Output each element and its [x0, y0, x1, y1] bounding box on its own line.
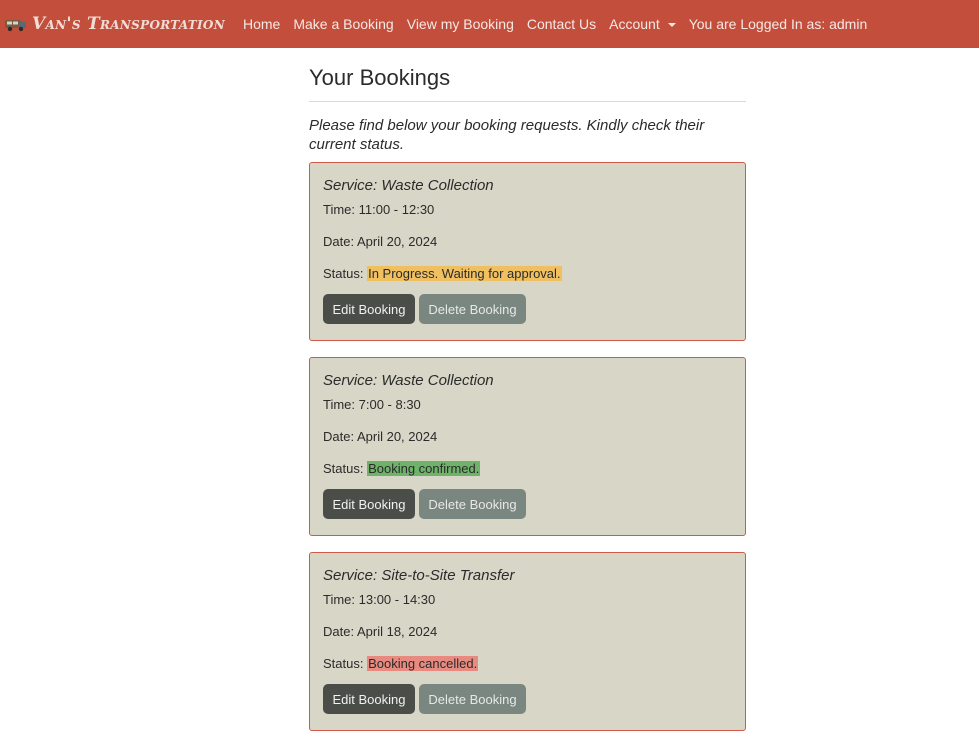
status-badge: Booking confirmed.: [367, 461, 481, 476]
edit-booking-button[interactable]: Edit Booking: [323, 294, 415, 324]
booking-time: Time: 13:00 - 14:30: [323, 592, 436, 607]
booking-date: Date: April 20, 2024: [323, 429, 438, 444]
booking-actions: Edit Booking Delete Booking: [323, 294, 732, 324]
booking-status: Status: Booking confirmed.: [323, 460, 732, 478]
booking-date: Date: April 18, 2024: [323, 624, 438, 639]
intro-text: Please find below your booking requests.…: [309, 117, 705, 153]
caret-down-icon: [667, 23, 676, 28]
booking-time: Time: 7:00 - 8:30: [323, 397, 421, 412]
nav-make-booking-link[interactable]: Make a Booking: [293, 16, 393, 32]
account-dropdown[interactable]: Account: [609, 16, 676, 32]
booking-time: Time: 11:00 - 12:30: [323, 202, 435, 217]
booking-card: Service: Site-to-Site Transfer Time: 13:…: [309, 552, 746, 731]
edit-booking-button[interactable]: Edit Booking: [323, 489, 415, 519]
account-label: Account: [609, 16, 660, 32]
logged-in-user-text: You are Logged In as: admin: [688, 16, 868, 32]
edit-booking-button[interactable]: Edit Booking: [323, 684, 415, 714]
booking-card: Service: Waste Collection Time: 11:00 - …: [309, 162, 746, 341]
delete-booking-button[interactable]: Delete Booking: [419, 489, 526, 519]
status-badge: Booking cancelled.: [367, 656, 479, 671]
booking-service: Service: Site-to-Site Transfer: [323, 567, 515, 584]
booking-card: Service: Waste Collection Time: 7:00 - 8…: [309, 357, 746, 536]
status-label: Status:: [323, 461, 364, 476]
top-navbar: Van's Transportation Home Make a Booking…: [0, 0, 979, 48]
status-label: Status:: [323, 656, 364, 671]
delete-booking-button[interactable]: Delete Booking: [419, 684, 526, 714]
nav-links: Home Make a Booking View my Booking Cont…: [243, 16, 867, 32]
brand[interactable]: Van's Transportation: [4, 14, 225, 34]
van-icon: [4, 15, 28, 33]
page-title: Your Bookings: [309, 65, 451, 90]
booking-service: Service: Waste Collection: [323, 372, 494, 389]
booking-status: Status: Booking cancelled.: [323, 655, 732, 673]
booking-date: Date: April 20, 2024: [323, 234, 438, 249]
nav-view-booking-link[interactable]: View my Booking: [407, 16, 514, 32]
delete-booking-button[interactable]: Delete Booking: [419, 294, 526, 324]
title-divider: [309, 101, 746, 102]
status-badge: In Progress. Waiting for approval.: [367, 266, 562, 281]
booking-actions: Edit Booking Delete Booking: [323, 684, 732, 714]
brand-name: Van's Transportation: [32, 14, 225, 34]
status-label: Status:: [323, 266, 364, 281]
nav-contact-link[interactable]: Contact Us: [527, 16, 596, 32]
booking-status: Status: In Progress. Waiting for approva…: [323, 265, 732, 283]
main-content: Your Bookings Please find below your boo…: [309, 48, 746, 731]
booking-service: Service: Waste Collection: [323, 177, 494, 194]
nav-home-link[interactable]: Home: [243, 16, 280, 32]
booking-actions: Edit Booking Delete Booking: [323, 489, 732, 519]
